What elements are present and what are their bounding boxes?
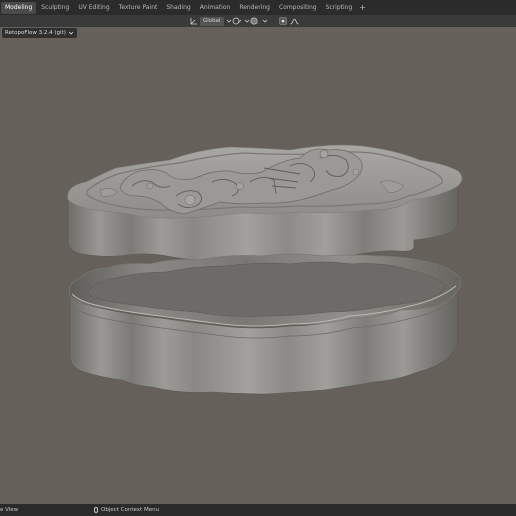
status-hint-view-label: e View (0, 507, 19, 513)
proportional-falloff-dropdown[interactable] (290, 16, 299, 26)
status-hint-context-menu: Object Context Menu (94, 506, 159, 514)
chevron-down-icon (226, 19, 231, 23)
viewport-header: Global ... (0, 15, 516, 27)
workspace-tabs-bar: Modeling Sculpting UV Editing Texture Pa… (0, 0, 516, 15)
proportional-edit-icon (279, 17, 287, 25)
proportional-edit-toggle[interactable] (279, 16, 287, 26)
snap-dropdown[interactable]: ... (250, 16, 268, 26)
pivot-point-dropdown[interactable] (232, 16, 250, 26)
retopoflow-label: RetopoFlow 3.2.4 (git) (5, 30, 66, 36)
tab-rendering[interactable]: Rendering (235, 2, 274, 14)
transform-axes-icon (190, 18, 197, 25)
svg-text:...: ... (256, 21, 259, 25)
tab-animation[interactable]: Animation (196, 2, 235, 14)
status-bar: e View Object Context Menu (0, 504, 516, 516)
status-hint-context-menu-label: Object Context Menu (101, 507, 160, 513)
tab-uv-editing[interactable]: UV Editing (74, 2, 113, 14)
mouse-right-click-icon (94, 507, 98, 513)
transform-orientation-dropdown[interactable]: Global (190, 16, 232, 26)
orientation-value: Global (200, 16, 224, 26)
transform-pivot-icon (232, 17, 242, 25)
chevron-down-icon (68, 31, 74, 35)
tab-sculpting[interactable]: Sculpting (37, 2, 73, 14)
tab-shading[interactable]: Shading (162, 2, 194, 14)
lid (67, 144, 463, 261)
tab-compositing[interactable]: Compositing (275, 2, 321, 14)
retopoflow-menu[interactable]: RetopoFlow 3.2.4 (git) (2, 28, 77, 38)
chevron-down-icon (262, 19, 268, 23)
status-hint-view: e View (0, 506, 18, 514)
tab-texture-paint[interactable]: Texture Paint (115, 2, 162, 14)
tab-scripting[interactable]: Scripting (322, 2, 357, 14)
box-model (67, 144, 463, 395)
add-workspace-button[interactable]: + (359, 2, 366, 14)
snap-icon: ... (250, 17, 259, 25)
tab-modeling[interactable]: Modeling (1, 1, 37, 14)
falloff-icon (290, 18, 299, 25)
3d-viewport[interactable]: RetopoFlow 3.2.4 (git) (0, 27, 516, 504)
base (68, 253, 462, 395)
